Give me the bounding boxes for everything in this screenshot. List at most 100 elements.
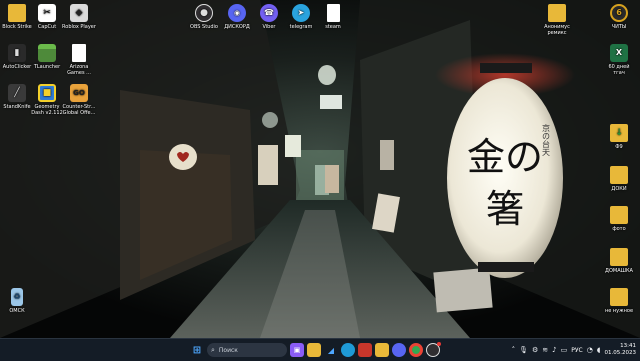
volume-icon[interactable]: ♪ [552, 346, 556, 354]
roblox-icon: ◆ [70, 4, 88, 22]
folder-icon [610, 248, 628, 266]
desktop-icon-label: Counter-Str... Global Offe... [62, 104, 96, 116]
desktop-icon-steam[interactable]: steam [316, 4, 350, 30]
taskbar-apps: ⊞ ⌕ Поиск ▣ ◢ [190, 339, 441, 361]
desktop-icon-label: Viber [262, 24, 276, 30]
desktop-icon-roblox-player[interactable]: ◆ Roblox Player [62, 4, 96, 30]
desktop-icon-60-days[interactable]: X 60 дней тгач [602, 44, 636, 76]
desktop-icon-label: фото [612, 226, 626, 232]
desktop-icon-docs[interactable]: ДОКИ [602, 166, 636, 192]
app-icon-red[interactable] [358, 343, 372, 357]
discord-icon: ◉ [228, 4, 246, 22]
cheat-icon: 6 [610, 4, 628, 22]
wifi-icon[interactable]: ≋ [542, 346, 548, 354]
start-button[interactable]: ⊞ [190, 343, 204, 357]
desktop-icon-telegram[interactable]: ➤ telegram [284, 4, 318, 30]
capcut-icon: ✂ [38, 4, 56, 22]
desktop-icon-photo[interactable]: фото [602, 206, 636, 232]
desktop-icon-label: Geometry Dash v2.112 [31, 104, 63, 116]
desktop-icon-label: Roblox Player [62, 24, 96, 30]
desktop-icon-obs-studio[interactable]: ● OBS Studio [187, 4, 221, 30]
clock-date: 01.05.2023 [604, 350, 637, 356]
desktop-wallpaper: 金の 箸 京の台天 [0, 0, 640, 338]
taskbar-search[interactable]: ⌕ Поиск [207, 343, 287, 357]
desktop-icon-label: ОМСК [9, 308, 25, 314]
telegram-icon: ➤ [292, 4, 310, 22]
system-tray: ˄ 🎙 ⚙ ≋ ♪ ▭ РУС ◔ ◖ 13:41 01.05.2023 [512, 339, 636, 361]
taskbar: ⊞ ⌕ Поиск ▣ ◢ ˄ 🎙 ⚙ ≋ ♪ ▭ РУС ◔ ◖ 13:41 … [0, 338, 640, 361]
document-icon [326, 4, 340, 22]
svg-text:金の: 金の [467, 135, 543, 179]
folder-taskbar-icon[interactable] [375, 343, 389, 357]
desktop-icon-arizona-games[interactable]: Arizona Games ... [62, 44, 96, 76]
folder-icon [548, 4, 566, 22]
desktop-icon-label: Block Strike [2, 24, 32, 30]
desktop-icon-label: telegram [289, 24, 313, 30]
settings-tray-icon[interactable]: ⚙ [532, 346, 538, 354]
desktop-icon-recycle-bin[interactable]: ♻ ОМСК [0, 288, 34, 314]
desktop-icon-autoclicker[interactable]: ▮ AutoClicker [0, 44, 34, 70]
minecraft-icon [38, 44, 56, 62]
csgo-icon: GO [70, 84, 88, 102]
excel-icon: X [610, 44, 628, 62]
chevron-up-icon[interactable]: ˄ [512, 346, 516, 354]
desktop-icon-label: CapCut [37, 24, 57, 30]
desktop-icon-label: ДИСКОРД [224, 24, 250, 30]
clock-time: 13:41 [620, 343, 636, 349]
microphone-icon[interactable]: 🎙 [519, 346, 528, 354]
discord-taskbar-icon[interactable] [392, 343, 406, 357]
folder-green-icon: ↓ [610, 124, 628, 142]
desktop-icon-label: TLauncher [33, 64, 61, 70]
wifi-status-icon[interactable]: ◔ [587, 346, 593, 354]
desktop-icon-label: steam [325, 24, 341, 30]
desktop-icon-cheats[interactable]: 6 ЧИТЫ [602, 4, 636, 30]
viber-icon: ☎ [260, 4, 278, 22]
chrome-icon[interactable] [409, 343, 423, 357]
desktop-icon-homework[interactable]: ДОМАШКА [602, 248, 636, 274]
language-indicator[interactable]: РУС [571, 347, 582, 354]
edge-icon[interactable] [341, 343, 355, 357]
search-icon: ⌕ [211, 345, 215, 354]
desktop-icon-geometry-dash[interactable]: ■ Geometry Dash v2.112 [30, 84, 64, 116]
svg-text:箸: 箸 [486, 187, 524, 231]
obs-icon: ● [195, 4, 213, 22]
desktop-icon-block-strike[interactable]: Block Strike [0, 4, 34, 30]
desktop-icon-label: ЧИТЫ [611, 24, 627, 30]
desktop-icon-label: StandKnife [3, 104, 31, 110]
desktop-icon-f9[interactable]: ↓ Ф9 [602, 124, 636, 150]
store-icon[interactable]: ◢ [324, 343, 338, 357]
clock[interactable]: 13:41 01.05.2023 [605, 343, 637, 357]
obs-taskbar-icon[interactable] [426, 342, 441, 357]
desktop-icon-label: Arizona Games ... [67, 64, 91, 76]
desktop-icon-label: ДОМАШКА [605, 268, 633, 274]
desktop-icon-unneeded[interactable]: не нужное [602, 288, 636, 314]
desktop-icon-counter-strike[interactable]: GO Counter-Str... Global Offe... [62, 84, 96, 116]
document-icon [72, 44, 86, 62]
speaker-icon[interactable]: ◖ [597, 346, 601, 354]
desktop-icon-label: 60 дней тгач [608, 64, 630, 76]
desktop-icon-capcut[interactable]: ✂ CapCut [30, 4, 64, 30]
notification-dot-icon [437, 342, 441, 346]
desktop-icon-standknife[interactable]: ╱ StandKnife [0, 84, 34, 110]
file-explorer-icon[interactable] [307, 343, 321, 357]
desktop-icon-viber[interactable]: ☎ Viber [252, 4, 286, 30]
desktop-icon-tlauncher[interactable]: TLauncher [30, 44, 64, 70]
knife-icon: ╱ [8, 84, 26, 102]
battery-icon[interactable]: ▭ [561, 346, 568, 354]
folder-icon [610, 166, 628, 184]
folder-icon [610, 206, 628, 224]
desktop-icon-anonymous-remix[interactable]: Анонимус ремикс [540, 4, 574, 36]
folder-icon [610, 288, 628, 306]
desktop-icon-label: не нужное [604, 308, 634, 314]
recycle-bin-icon: ♻ [11, 288, 23, 306]
desktop-icon-discord[interactable]: ◉ ДИСКОРД [220, 4, 254, 30]
desktop-icon-label: AutoClicker [2, 64, 32, 70]
desktop-icon-label: Анонимус ремикс [544, 24, 570, 36]
svg-text:京の台天: 京の台天 [542, 123, 551, 157]
desktop-icon-label: ДОКИ [611, 186, 627, 192]
task-view-icon[interactable]: ▣ [290, 343, 304, 357]
search-placeholder: Поиск [218, 346, 238, 354]
mouse-icon: ▮ [8, 44, 26, 62]
desktop-icon-label: Ф9 [615, 144, 623, 150]
desktop-icon-label: OBS Studio [190, 24, 218, 30]
